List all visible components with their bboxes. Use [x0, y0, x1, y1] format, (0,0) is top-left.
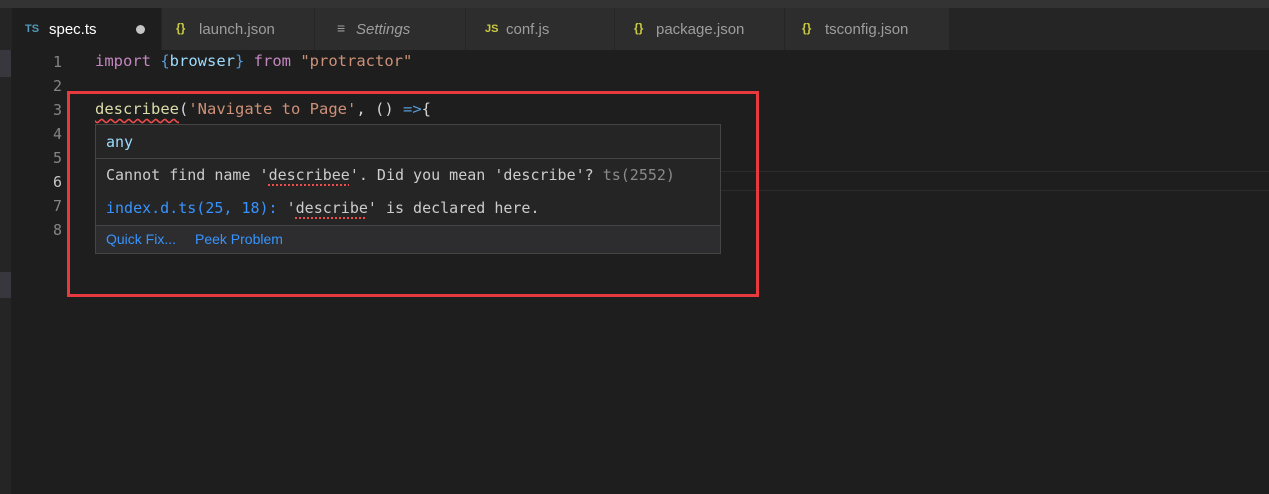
- keyword-import: import: [95, 52, 151, 70]
- line-number: 2: [52, 77, 62, 95]
- javascript-file-icon: JS: [485, 23, 499, 35]
- typescript-file-icon: TS: [25, 23, 40, 35]
- tab-tsconfig-json[interactable]: {} tsconfig.json: [785, 8, 950, 50]
- line-number: 4: [52, 125, 62, 143]
- settings-file-icon: ≡: [337, 20, 346, 36]
- line-number: 5: [52, 149, 62, 167]
- gutter-marker: [0, 50, 11, 77]
- tab-label: conf.js: [506, 21, 550, 38]
- tab-label: launch.json: [199, 21, 275, 38]
- window-top-strip: [0, 0, 1269, 8]
- tab-label: Settings: [356, 21, 411, 38]
- tab-conf-js[interactable]: JS conf.js: [466, 8, 615, 50]
- import-name: browser: [169, 52, 235, 70]
- tab-settings[interactable]: ≡ Settings: [315, 8, 466, 50]
- tab-label: spec.ts: [49, 21, 97, 38]
- json-file-icon: {}: [176, 21, 186, 35]
- json-file-icon: {}: [802, 21, 812, 35]
- line-number-current: 6: [52, 173, 62, 191]
- module-string: "protractor": [300, 52, 413, 70]
- code-line-1[interactable]: import {browser} from "protractor": [95, 52, 412, 70]
- line-number: 3: [52, 101, 62, 119]
- tab-label: tsconfig.json: [825, 21, 909, 38]
- tab-launch-json[interactable]: {} launch.json: [162, 8, 315, 50]
- line-number: 7: [52, 197, 62, 215]
- brace-open: {: [151, 52, 170, 70]
- tab-spec-ts[interactable]: TS spec.ts: [12, 8, 162, 50]
- tab-label: package.json: [656, 21, 745, 38]
- gutter-marker: [0, 272, 11, 298]
- line-number: 8: [52, 221, 62, 239]
- keyword-from: from: [253, 52, 291, 70]
- unsaved-changes-dot-icon[interactable]: [136, 25, 145, 34]
- json-file-icon: {}: [634, 21, 644, 35]
- annotation-highlight-box: [67, 91, 759, 297]
- brace-close: }: [235, 52, 254, 70]
- line-number: 1: [52, 53, 62, 71]
- tab-package-json[interactable]: {} package.json: [615, 8, 785, 50]
